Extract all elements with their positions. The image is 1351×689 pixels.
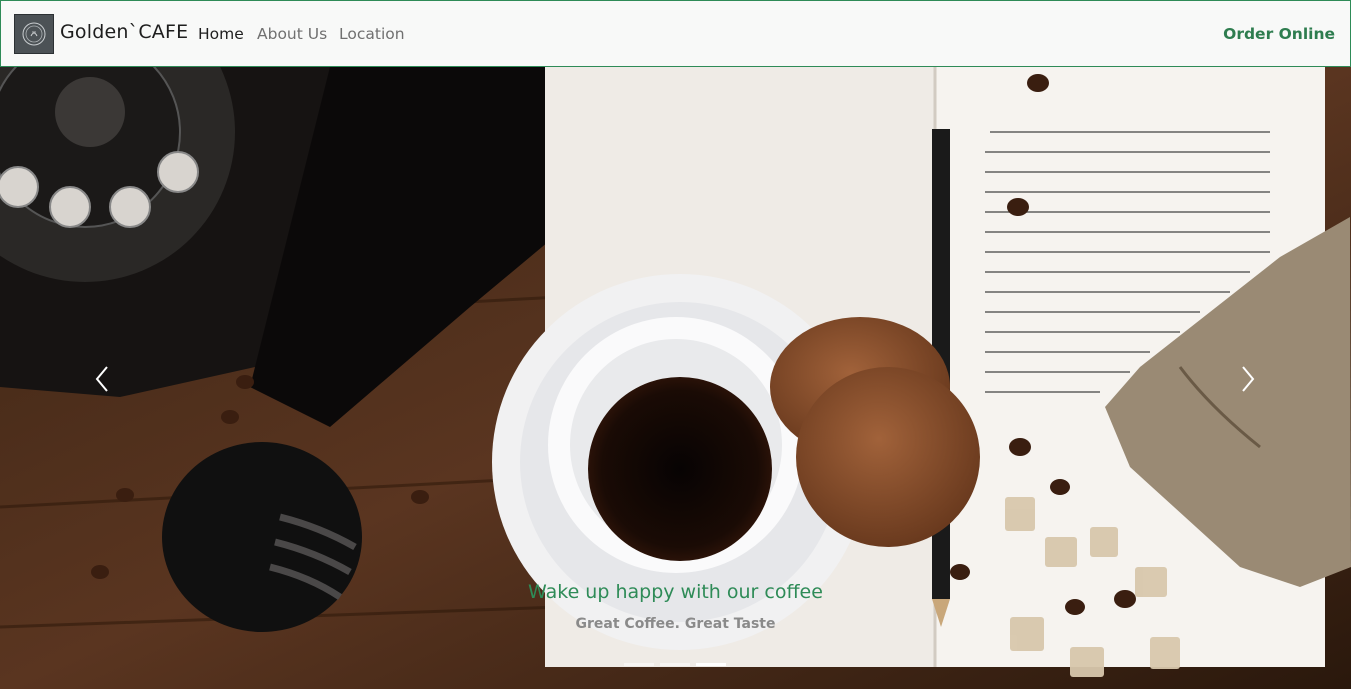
chevron-left-icon [95,366,108,392]
brand-logo[interactable] [14,14,54,54]
order-online-button[interactable]: Order Online [1223,25,1335,43]
carousel-caption-title: Wake up happy with our coffee [528,581,823,603]
carousel-indicators [624,663,726,666]
carousel-indicator-1[interactable] [624,663,654,666]
brand-name[interactable]: Golden`CAFE [60,21,188,43]
carousel-next-button[interactable] [1228,359,1268,399]
nav-link-location[interactable]: Location [339,25,405,43]
hero-carousel: Wake up happy with our coffee Great Coff… [0,67,1351,689]
carousel-caption-subtitle: Great Coffee. Great Taste [575,616,776,632]
nav-link-home[interactable]: Home [198,25,244,43]
cafe-seal-icon [22,22,46,46]
nav-link-about[interactable]: About Us [257,25,327,43]
navbar: Golden`CAFE Home About Us Location Order… [0,0,1351,67]
carousel-prev-button[interactable] [82,359,122,399]
carousel-indicator-3[interactable] [696,663,726,666]
chevron-right-icon [1242,366,1255,392]
carousel-indicator-2[interactable] [660,663,690,666]
